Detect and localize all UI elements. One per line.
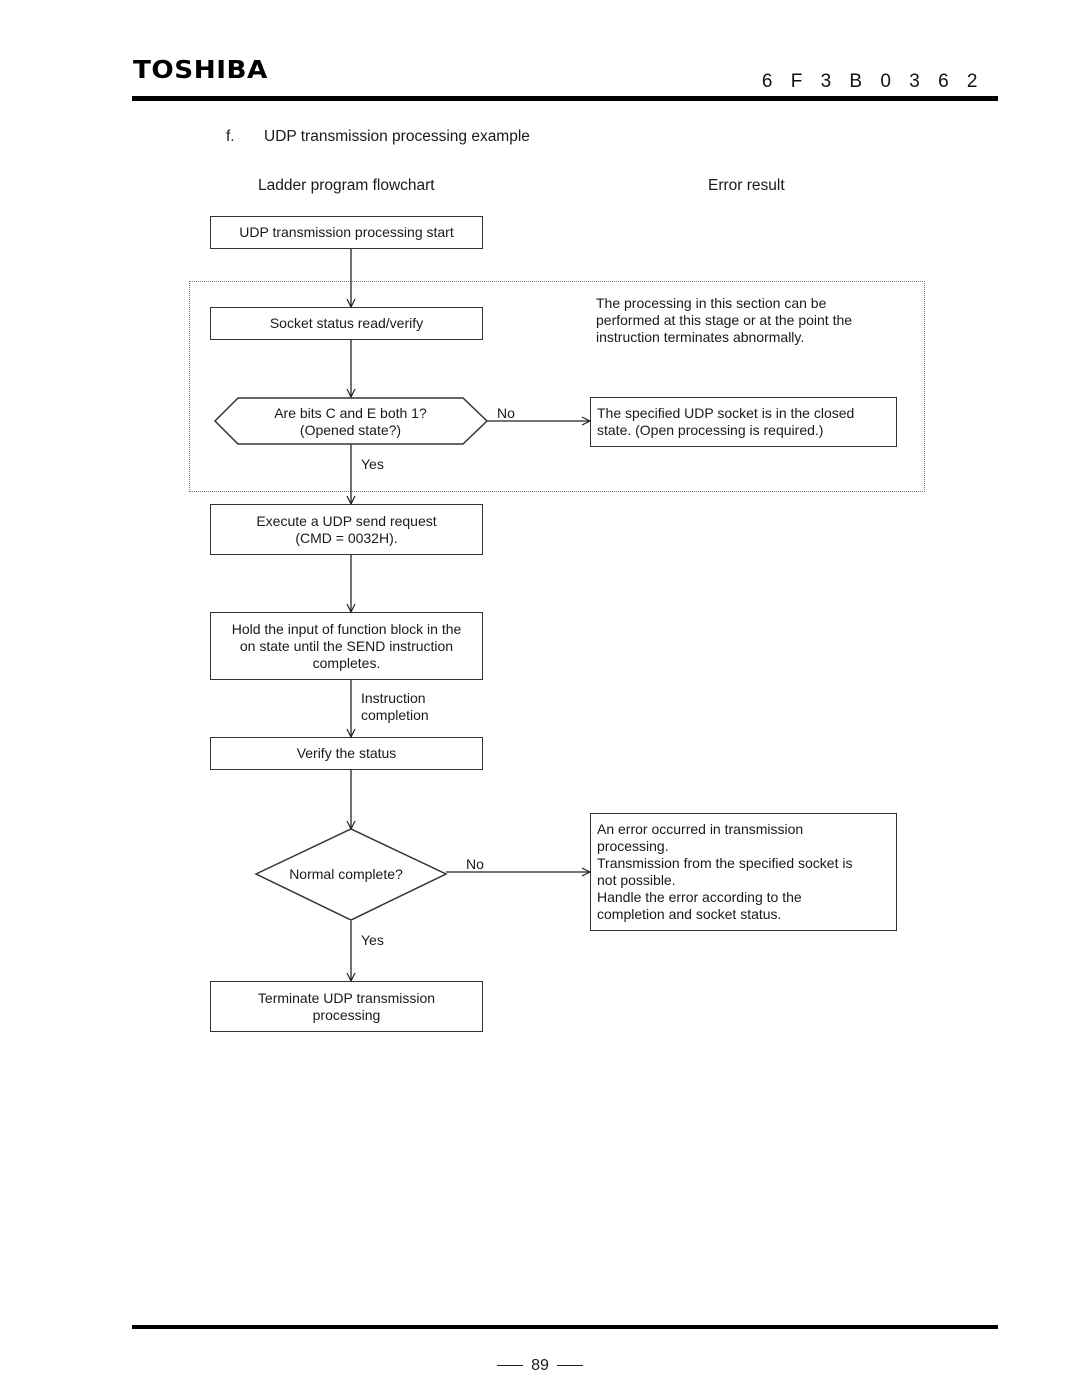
flowchart-connectors [213,248,1080,1397]
verify-status-box: Verify the status [210,737,483,770]
error-closed-box: The specified UDP socket is in the close… [590,397,897,447]
error-transmission-box: An error occurred in transmission proces… [590,813,897,931]
instruction-completion-label: Instruction completion [361,690,429,723]
terminate-box: Terminate UDP transmission processing [210,981,483,1032]
decision-opened-yes-label: Yes [361,456,384,472]
decision-opened-no-label: No [497,405,515,421]
page-number-value: 89 [531,1357,549,1374]
page-number-dash-right [556,1365,583,1367]
decision-normal-yes-label: Yes [361,932,384,948]
page-number: 89 [0,1357,1080,1375]
section-note: The processing in this section can be pe… [596,295,853,345]
decision-normal-no-label: No [466,856,484,872]
hold-input-box: Hold the input of function block in the … [210,612,483,680]
footer-rule [132,1325,998,1329]
socket-status-box: Socket status read/verify [210,307,483,340]
page-number-dash-left [497,1365,524,1367]
start-box: UDP transmission processing start [210,216,483,249]
send-request-box: Execute a UDP send request (CMD = 0032H)… [210,504,483,555]
decision-opened-text: Are bits C and E both 1? (Opened state?) [274,405,427,438]
decision-normal-text: Normal complete? [289,866,403,882]
